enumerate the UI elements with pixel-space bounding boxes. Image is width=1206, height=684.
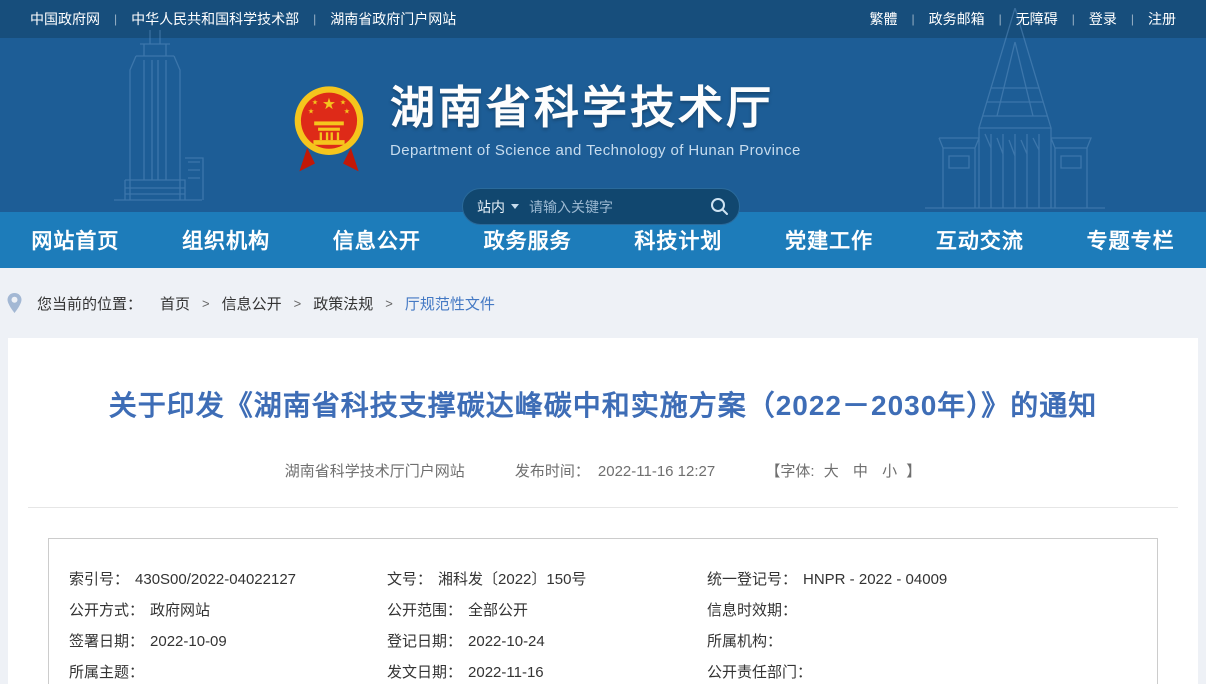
breadcrumb-item-home[interactable]: 首页 xyxy=(160,293,190,314)
nav-item-interaction[interactable]: 互动交流 xyxy=(905,212,1056,268)
nav-item-special-topics[interactable]: 专题专栏 xyxy=(1055,212,1206,268)
site-search-bar: 站内 xyxy=(462,188,740,225)
separator: | xyxy=(1072,12,1075,26)
site-title: 湖南省科学技术厅 xyxy=(390,84,801,134)
topbar-link-most[interactable]: 中华人民共和国科学技术部 xyxy=(131,9,299,29)
article-source: 湖南省科学技术厅门户网站 xyxy=(285,463,465,480)
svg-text:★: ★ xyxy=(308,108,314,116)
info-cell-doc-number: 文号：湘科发〔2022〕150号 xyxy=(387,564,707,595)
info-cell-disclosure-scope: 公开范围：全部公开 xyxy=(387,595,707,626)
separator: | xyxy=(313,12,316,26)
building-illustration-right xyxy=(895,8,1135,212)
breadcrumb-separator: > xyxy=(294,296,302,311)
font-size-open: 【字体: xyxy=(765,463,814,480)
table-row: 签署日期：2022-10-09 登记日期：2022-10-24 所属机构： xyxy=(49,626,1157,657)
breadcrumb-item-policies[interactable]: 政策法规 xyxy=(313,293,373,314)
search-input[interactable] xyxy=(529,199,710,215)
svg-text:★: ★ xyxy=(344,108,350,116)
info-cell-disclosure-method: 公开方式：政府网站 xyxy=(69,595,387,626)
info-cell-topic: 所属主题： xyxy=(69,657,387,684)
topbar-link-mailbox[interactable]: 政务邮箱 xyxy=(929,9,985,29)
breadcrumb-current-page[interactable]: 厅规范性文件 xyxy=(405,293,495,314)
table-row: 索引号：430S00/2022-04022127 文号：湘科发〔2022〕150… xyxy=(49,564,1157,595)
publish-time: 发布时间： 2022-11-16 12:27 xyxy=(515,463,720,480)
info-cell-index-number: 索引号：430S00/2022-04022127 xyxy=(69,564,387,595)
article-content-card: 关于印发《湖南省科技支撑碳达峰碳中和实施方案（2022－2030年）》的通知 湖… xyxy=(8,338,1198,684)
separator: | xyxy=(999,12,1002,26)
table-row: 公开方式：政府网站 公开范围：全部公开 信息时效期： xyxy=(49,595,1157,626)
font-size-small[interactable]: 小 xyxy=(882,463,897,480)
svg-text:★: ★ xyxy=(340,98,346,106)
article-meta: 湖南省科学技术厅门户网站 发布时间： 2022-11-16 12:27 【字体: … xyxy=(8,460,1198,481)
search-icon xyxy=(710,197,729,216)
font-size-control: 【字体: 大 中 小 】 xyxy=(765,463,921,480)
site-title-english: Department of Science and Technology of … xyxy=(390,142,801,159)
topbar-right-links: 繁體 | 政务邮箱 | 无障碍 | 登录 | 注册 xyxy=(870,9,1177,29)
nav-item-organization[interactable]: 组织机构 xyxy=(151,212,302,268)
separator: | xyxy=(1131,12,1134,26)
document-info-table: 索引号：430S00/2022-04022127 文号：湘科发〔2022〕150… xyxy=(48,538,1158,684)
site-header: ★ ★ ★ ★ ★ 湖南省科学技术厅 Department of Science… xyxy=(0,38,1206,212)
table-row: 所属主题： 发文日期：2022-11-16 公开责任部门： xyxy=(49,657,1157,684)
national-emblem-icon: ★ ★ ★ ★ ★ xyxy=(290,84,368,176)
site-brand: ★ ★ ★ ★ ★ 湖南省科学技术厅 Department of Science… xyxy=(290,84,801,176)
separator: | xyxy=(114,12,117,26)
nav-item-info-disclosure[interactable]: 信息公开 xyxy=(302,212,453,268)
topbar: 中国政府网 | 中华人民共和国科学技术部 | 湖南省政府门户网站 繁體 | 政务… xyxy=(0,0,1206,38)
info-cell-registration-number: 统一登记号：HNPR - 2022 - 04009 xyxy=(707,564,1157,595)
info-cell-responsible-dept: 公开责任部门： xyxy=(707,657,1157,684)
meta-divider xyxy=(28,507,1178,508)
building-illustration-left xyxy=(100,30,210,212)
search-scope-dropdown[interactable]: 站内 xyxy=(477,197,519,217)
location-pin-icon xyxy=(6,292,23,314)
topbar-link-china-gov[interactable]: 中国政府网 xyxy=(30,9,100,29)
breadcrumb-item-info-disclosure[interactable]: 信息公开 xyxy=(222,293,282,314)
search-button[interactable] xyxy=(710,197,729,216)
publish-time-value: 2022-11-16 12:27 xyxy=(598,463,715,480)
breadcrumb-prefix: 您当前的位置： xyxy=(37,293,142,314)
search-scope-label: 站内 xyxy=(477,197,505,217)
svg-text:★: ★ xyxy=(312,98,318,106)
info-cell-signing-date: 签署日期：2022-10-09 xyxy=(69,626,387,657)
breadcrumb-separator: > xyxy=(385,296,393,311)
info-cell-registration-date: 登记日期：2022-10-24 xyxy=(387,626,707,657)
separator: | xyxy=(912,12,915,26)
article-title: 关于印发《湖南省科技支撑碳达峰碳中和实施方案（2022－2030年）》的通知 xyxy=(8,338,1198,424)
publish-time-label: 发布时间： xyxy=(515,463,590,480)
topbar-link-register[interactable]: 注册 xyxy=(1148,9,1176,29)
topbar-link-accessibility[interactable]: 无障碍 xyxy=(1016,9,1058,29)
topbar-link-hunan-gov[interactable]: 湖南省政府门户网站 xyxy=(330,9,456,29)
font-size-close: 】 xyxy=(906,463,921,480)
chevron-down-icon xyxy=(511,204,519,209)
topbar-link-traditional[interactable]: 繁體 xyxy=(870,9,898,29)
nav-item-party-building[interactable]: 党建工作 xyxy=(754,212,905,268)
topbar-link-login[interactable]: 登录 xyxy=(1089,9,1117,29)
topbar-left-links: 中国政府网 | 中华人民共和国科学技术部 | 湖南省政府门户网站 xyxy=(30,9,456,29)
font-size-large[interactable]: 大 xyxy=(824,463,839,480)
nav-item-home[interactable]: 网站首页 xyxy=(0,212,151,268)
font-size-medium[interactable]: 中 xyxy=(853,463,868,480)
breadcrumb: 您当前的位置： 首页 > 信息公开 > 政策法规 > 厅规范性文件 xyxy=(0,268,1206,338)
breadcrumb-separator: > xyxy=(202,296,210,311)
info-cell-affiliated-org: 所属机构： xyxy=(707,626,1157,657)
info-cell-validity-period: 信息时效期： xyxy=(707,595,1157,626)
site-title-group: 湖南省科学技术厅 Department of Science and Techn… xyxy=(390,84,801,159)
masthead: 中国政府网 | 中华人民共和国科学技术部 | 湖南省政府门户网站 繁體 | 政务… xyxy=(0,0,1206,212)
svg-text:★: ★ xyxy=(322,96,336,113)
info-cell-issue-date: 发文日期：2022-11-16 xyxy=(387,657,707,684)
